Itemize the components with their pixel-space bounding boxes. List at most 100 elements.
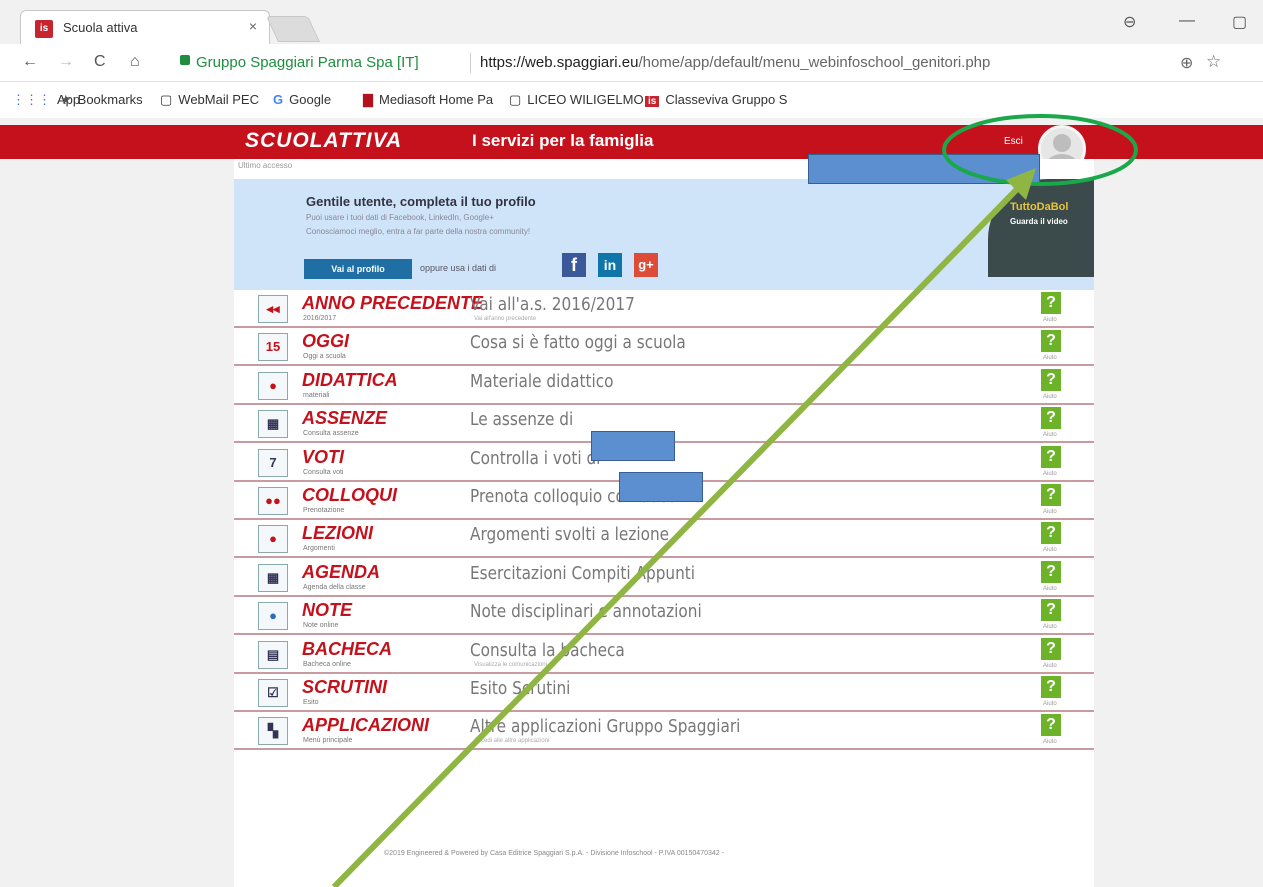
checklist-icon[interactable]: ☑ (258, 679, 288, 707)
calendar-15-icon[interactable]: 15 (258, 333, 288, 362)
menu-item-description[interactable]: Esercitazioni Compiti Appunti (470, 563, 695, 584)
profile-icon[interactable]: ⊖ (1123, 12, 1136, 32)
bookmark-classeviva[interactable]: is Classeviva Gruppo S (645, 92, 787, 107)
menu-item-description[interactable]: Le assenze di (470, 409, 573, 430)
menu-item-name[interactable]: VOTI (302, 447, 344, 468)
or-use-text: oppure usa i dati di (420, 263, 497, 273)
browser-tab[interactable]: is Scuola attiva × (20, 10, 270, 44)
go-to-profile-button[interactable]: Vai al profilo (304, 259, 412, 279)
bookmark-mediasoft[interactable]: ▇ Mediasoft Home Pa (363, 92, 493, 108)
menu-item-description[interactable]: Argomenti svolti a lezione (470, 524, 669, 545)
help-icon[interactable]: ? (1041, 407, 1061, 430)
menu-item-description[interactable]: Vai all'a.s. 2016/2017 (470, 294, 635, 315)
menu-item-name[interactable]: APPLICAZIONI (302, 715, 429, 736)
new-tab-button[interactable] (265, 16, 321, 42)
maximize-icon[interactable]: ▢ (1232, 12, 1247, 32)
menu-item-name[interactable]: COLLOQUI (302, 485, 397, 506)
help-icon[interactable]: ? (1041, 676, 1061, 698)
menu-item-name[interactable]: SCRUTINI (302, 677, 387, 698)
note-icon[interactable]: ● (258, 602, 288, 631)
menu-item-hint: Visualizza le comunicazioni (474, 661, 547, 668)
app-header: SCUOLATTIVA I servizi per la famiglia Es… (0, 125, 1263, 173)
menu-row[interactable]: ◂◂ ANNO PRECEDENTE 2016/2017 Vai all'a.s. 2… (234, 290, 1094, 328)
help-label: Aiuto (1043, 624, 1057, 631)
forward-icon[interactable]: → (58, 53, 74, 71)
menu-item-name[interactable]: AGENDA (302, 562, 380, 583)
menu-item-subtitle: Prenotazione (303, 507, 345, 514)
help-icon[interactable]: ? (1041, 522, 1061, 545)
help-icon[interactable]: ? (1041, 330, 1061, 353)
video-badge[interactable]: TuttoDaBol Guarda il video (988, 179, 1094, 277)
linkedin-icon[interactable]: in (598, 253, 622, 277)
menu-item-description[interactable]: Consulta la bacheca (470, 640, 625, 661)
minimize-icon[interactable]: — (1179, 12, 1195, 30)
help-icon[interactable]: ? (1041, 292, 1061, 314)
home-icon[interactable]: ⌂ (130, 53, 140, 71)
calendar-back-icon[interactable]: ◂◂ (258, 295, 288, 323)
page-icon: ▢ (509, 92, 522, 107)
omnibox-divider (470, 53, 471, 73)
menu-item-name[interactable]: DIDATTICA (302, 370, 398, 391)
bookmark-star-icon[interactable]: ☆ (1206, 52, 1221, 72)
scuolattiva-logo[interactable]: SCUOLATTIVA (245, 129, 402, 153)
blackboard-icon[interactable]: ● (258, 371, 288, 400)
grade-7-icon[interactable]: 7 (258, 448, 288, 477)
menu-row[interactable]: ● LEZIONI Argomenti Argomenti svolti a lezi… (234, 520, 1094, 559)
menu-item-hint: Accedi alle altre applicazioni (474, 738, 550, 745)
menu-item-description[interactable]: Altre applicazioni Gruppo Spaggiari (470, 716, 740, 737)
menu-item-subtitle: Agenda della classe (303, 583, 366, 591)
menu-row[interactable]: 15 OGGI Oggi a scuola Cosa si è fatto oggi … (234, 328, 1094, 367)
menu-item-name[interactable]: LEZIONI (302, 523, 373, 544)
google-plus-icon[interactable]: g+ (634, 253, 658, 277)
teacher-icon[interactable]: ● (258, 525, 288, 554)
absence-grid-icon[interactable]: ▦ (258, 410, 288, 439)
help-icon[interactable]: ? (1041, 560, 1061, 583)
facebook-icon[interactable]: f (562, 253, 586, 277)
menu-item-name[interactable]: NOTE (302, 600, 352, 621)
agenda-icon[interactable]: ▦ (258, 563, 288, 592)
menu-row[interactable]: ● NOTE Note online Note disciplinari e anno… (234, 597, 1094, 636)
help-icon[interactable]: ? (1041, 714, 1061, 737)
menu-item-description[interactable]: Materiale didattico (470, 371, 614, 392)
reload-icon[interactable]: C (94, 53, 106, 71)
meeting-icon[interactable]: ●● (258, 487, 288, 515)
last-access-label: Ultimo accesso (238, 161, 293, 170)
help-icon[interactable]: ? (1041, 368, 1061, 391)
back-icon[interactable]: ← (22, 53, 38, 71)
menu-item-name[interactable]: OGGI (302, 331, 349, 352)
address-bar[interactable]: Gruppo Spaggiari Parma Spa [IT] https://… (178, 49, 1238, 77)
menu-row[interactable]: ● DIDATTICA materiali Materiale didattico? A… (234, 367, 1094, 405)
logout-link[interactable]: Esci (1004, 136, 1023, 147)
board-icon[interactable]: ▤ (258, 640, 288, 669)
zoom-icon[interactable]: ⊕ (1180, 53, 1193, 73)
help-label: Aiuto (1043, 509, 1057, 515)
google-icon: G (273, 92, 284, 107)
menu-item-description[interactable]: Note disciplinari e annotazioni (470, 601, 702, 622)
menu-item-subtitle: Argomenti (303, 545, 335, 553)
menu-row[interactable]: ☑ SCRUTINI Esito Esito Scrutini? Aiuto (234, 674, 1094, 712)
menu-row[interactable]: ▤ BACHECA Bacheca online Consulta la bachec… (234, 636, 1094, 674)
bookmark-bookmarks[interactable]: ★ Bookmarks (60, 92, 143, 108)
main-panel: Ultimo accesso Gentile utente, completa … (234, 159, 1094, 887)
help-icon[interactable]: ? (1041, 445, 1061, 468)
tab-close-icon[interactable]: × (249, 18, 257, 34)
bookmark-liceo[interactable]: ▢ LICEO WILIGELMO (509, 92, 644, 108)
browser-toolbar: ← → C ⌂ Gruppo Spaggiari Parma Spa [IT] … (0, 44, 1263, 82)
bookmark-google[interactable]: G Google (273, 92, 331, 107)
mediasoft-icon: ▇ (363, 92, 373, 107)
menu-item-name[interactable]: ASSENZE (302, 408, 387, 429)
bookmark-webmail[interactable]: ▢ WebMail PEC (160, 92, 259, 108)
help-icon[interactable]: ? (1041, 637, 1061, 660)
menu-item-name[interactable]: BACHECA (302, 639, 392, 660)
menu-item-name[interactable]: ANNO PRECEDENTE (302, 293, 483, 314)
menu-row[interactable]: ▚ APPLICAZIONI Menù principale Altre applic… (234, 712, 1094, 751)
menu-item-description[interactable]: Controlla i voti di (470, 448, 600, 469)
menu-item-description[interactable]: Esito Scrutini (470, 678, 570, 699)
help-label: Aiuto (1043, 662, 1057, 669)
apps-tiles-icon[interactable]: ▚ (258, 717, 288, 746)
menu-item-description[interactable]: Cosa si è fatto oggi a scuola (470, 332, 686, 353)
menu-row[interactable]: ▦ AGENDA Agenda della classe Esercitazioni … (234, 559, 1094, 597)
redacted-name-box (808, 154, 1040, 184)
help-icon[interactable]: ? (1041, 484, 1061, 506)
help-icon[interactable]: ? (1041, 599, 1061, 622)
